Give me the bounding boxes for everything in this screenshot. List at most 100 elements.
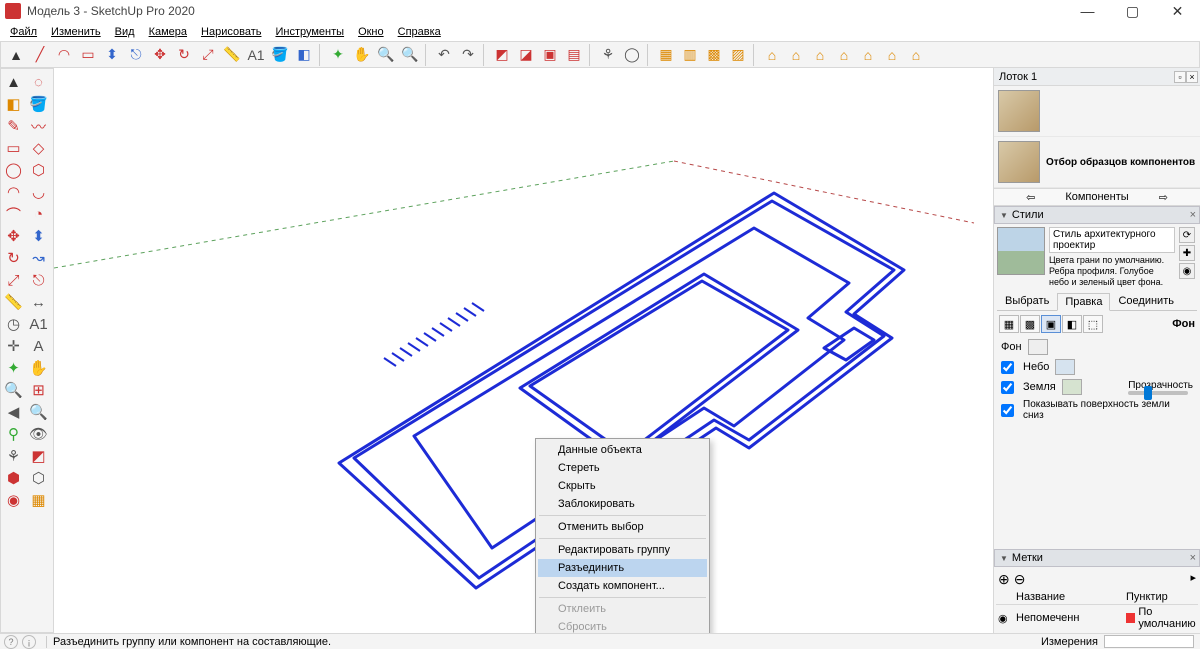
watermark-icon[interactable]: ◧ <box>1062 315 1082 333</box>
scale-tool-icon[interactable]: ⤢ <box>197 44 219 66</box>
tab-select[interactable]: Выбрать <box>997 292 1057 310</box>
ctx-hide[interactable]: Скрыть <box>538 477 707 495</box>
ctx-entity-info[interactable]: Данные объекта <box>538 441 707 459</box>
ctx-lock[interactable]: Заблокировать <box>538 495 707 513</box>
solid2-icon[interactable]: ⬡ <box>26 467 51 489</box>
move-tool-icon[interactable]: ✥ <box>149 44 171 66</box>
tape-tool-icon[interactable]: 📏 <box>221 44 243 66</box>
orbit2-icon[interactable]: ✦ <box>1 357 26 379</box>
arc3-icon[interactable]: ⌒ <box>1 203 26 225</box>
menu-window[interactable]: Окно <box>352 24 390 40</box>
paint2-icon[interactable]: 🪣 <box>26 93 51 115</box>
zoom-tool-icon[interactable]: 🔍 <box>375 44 397 66</box>
zoom2-icon[interactable]: 🔍 <box>1 379 26 401</box>
minimize-button[interactable]: — <box>1065 0 1110 22</box>
sky-color-swatch[interactable] <box>1055 359 1075 375</box>
style-thumbnail-icon[interactable] <box>997 227 1045 275</box>
sandbox-icon[interactable]: ▦ <box>26 489 51 511</box>
tags-close-icon[interactable]: × <box>1190 552 1196 564</box>
component-item[interactable]: Отбор образцов компонентов <box>994 137 1200 188</box>
maximize-button[interactable]: ▢ <box>1110 0 1155 22</box>
look-icon[interactable]: 👁 <box>26 423 51 445</box>
ground-color-swatch[interactable] <box>1062 379 1082 395</box>
select-tool-icon[interactable]: ▲ <box>5 44 27 66</box>
zoomext-icon[interactable]: 🔍 <box>26 401 51 423</box>
stdview5-icon[interactable]: ⌂ <box>857 44 879 66</box>
tab-mix[interactable]: Соединить <box>1110 292 1182 310</box>
circle-icon[interactable]: ◯ <box>1 159 26 181</box>
freehand-icon[interactable]: 〰 <box>26 115 51 137</box>
arc2-icon[interactable]: ◡ <box>26 181 51 203</box>
line-tool-icon[interactable]: ╱ <box>29 44 51 66</box>
followme-icon[interactable]: ↝ <box>26 247 51 269</box>
ctx-explode[interactable]: Разъединить <box>538 559 707 577</box>
text-tool-icon[interactable]: A1 <box>245 44 267 66</box>
stdview7-icon[interactable]: ⌂ <box>905 44 927 66</box>
credit-icon[interactable]: ¡ <box>22 635 36 649</box>
rotrect-icon[interactable]: ◇ <box>26 137 51 159</box>
tape2-icon[interactable]: 📏 <box>1 291 26 313</box>
geo-icon[interactable]: ? <box>4 635 18 649</box>
pan2-icon[interactable]: ✋ <box>26 357 51 379</box>
tag-col-name[interactable]: Название <box>1016 591 1126 603</box>
arc1-icon[interactable]: ◠ <box>1 181 26 203</box>
outliner-icon[interactable]: ▦ <box>655 44 677 66</box>
paint-tool-icon[interactable]: 🪣 <box>269 44 291 66</box>
measurements-input[interactable] <box>1104 635 1194 648</box>
comp-next-icon[interactable]: ⇨ <box>1159 191 1168 204</box>
style-new-icon[interactable]: ✚ <box>1179 245 1195 261</box>
ctx-edit-group[interactable]: Редактировать группу <box>538 541 707 559</box>
stdview1-icon[interactable]: ⌂ <box>761 44 783 66</box>
pencil-icon[interactable]: ✎ <box>1 115 26 137</box>
show-ground-checkbox[interactable] <box>1001 404 1014 417</box>
tag-remove-icon[interactable]: ⊖ <box>1014 571 1026 588</box>
dim-icon[interactable]: ↔ <box>26 291 51 313</box>
rotate2-icon[interactable]: ↻ <box>1 247 26 269</box>
redo-icon[interactable]: ↷ <box>457 44 479 66</box>
prev-icon[interactable]: ◀ <box>1 401 26 423</box>
menu-camera[interactable]: Камера <box>143 24 193 40</box>
zoom-extents-icon[interactable]: 🔍 <box>399 44 421 66</box>
transparency-slider[interactable] <box>1128 391 1188 395</box>
menu-edit[interactable]: Изменить <box>45 24 107 40</box>
section-cut-icon[interactable]: ▣ <box>539 44 561 66</box>
undo-icon[interactable]: ↶ <box>433 44 455 66</box>
styles-panel-header[interactable]: ▼Стили× <box>994 206 1200 224</box>
scale2-icon[interactable]: ⤢ <box>1 269 26 291</box>
rotate-tool-icon[interactable]: ↻ <box>173 44 195 66</box>
stdview3-icon[interactable]: ⌂ <box>809 44 831 66</box>
pan-tool-icon[interactable]: ✋ <box>351 44 373 66</box>
lasso-icon[interactable]: ◌ <box>26 71 51 93</box>
text2-icon[interactable]: A1 <box>26 313 51 335</box>
shape-tool-icon[interactable]: ▭ <box>77 44 99 66</box>
shadow-icon[interactable]: ▩ <box>703 44 725 66</box>
comp-prev-icon[interactable]: ⇦ <box>1026 191 1035 204</box>
walk2-icon[interactable]: ⚘ <box>1 445 26 467</box>
stdview2-icon[interactable]: ⌂ <box>785 44 807 66</box>
stdview6-icon[interactable]: ⌂ <box>881 44 903 66</box>
rect-icon[interactable]: ▭ <box>1 137 26 159</box>
pushpull-tool-icon[interactable]: ⬍ <box>101 44 123 66</box>
menu-file[interactable]: Файл <box>4 24 43 40</box>
styles-close-icon[interactable]: × <box>1190 209 1196 221</box>
select-icon[interactable]: ▲ <box>1 71 26 93</box>
axes-icon[interactable]: ✛ <box>1 335 26 357</box>
menu-help[interactable]: Справка <box>392 24 447 40</box>
menu-draw[interactable]: Нарисовать <box>195 24 267 40</box>
style-add-icon[interactable]: ◉ <box>1179 263 1195 279</box>
pie-icon[interactable]: ◔ <box>26 203 51 225</box>
orbit-tool-icon[interactable]: ✦ <box>327 44 349 66</box>
face-settings-icon[interactable]: ▩ <box>1020 315 1040 333</box>
position-icon[interactable]: ⚲ <box>1 423 26 445</box>
style-name-input[interactable]: Стиль архитектурного проектир <box>1049 227 1175 253</box>
modeling-icon[interactable]: ⬚ <box>1083 315 1103 333</box>
person-icon[interactable]: ◯ <box>621 44 643 66</box>
bg-settings-icon[interactable]: ▣ <box>1041 315 1061 333</box>
layers-icon[interactable]: ▥ <box>679 44 701 66</box>
menu-view[interactable]: Вид <box>109 24 141 40</box>
tray-pin-icon[interactable]: ▫ <box>1174 71 1186 83</box>
ctx-deselect[interactable]: Отменить выбор <box>538 518 707 536</box>
tag-row[interactable]: ◉ Непомеченн По умолчанию <box>996 605 1198 631</box>
solid1-icon[interactable]: ⬢ <box>1 467 26 489</box>
stdview4-icon[interactable]: ⌂ <box>833 44 855 66</box>
